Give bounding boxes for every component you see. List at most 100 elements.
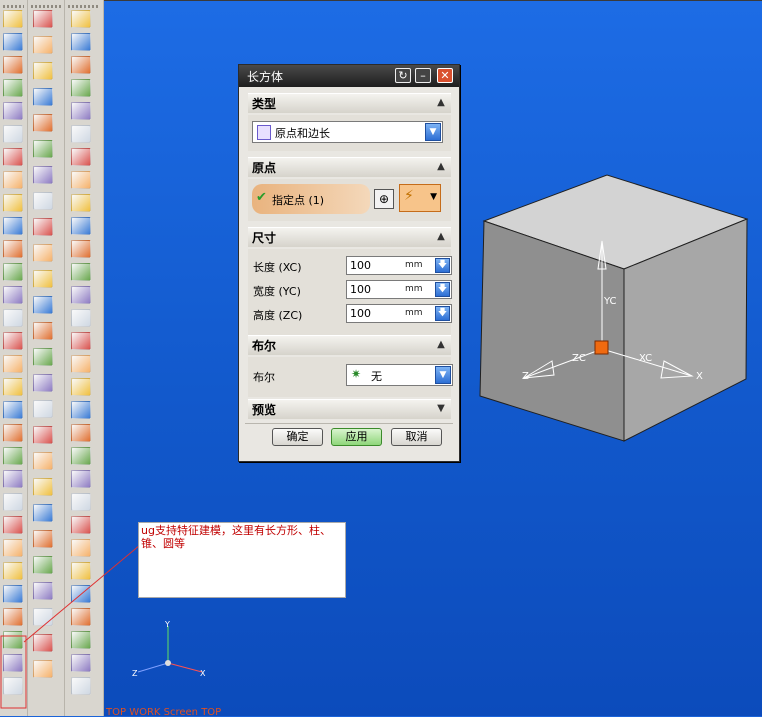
- arrow-down-icon[interactable]: 🡇: [435, 258, 450, 273]
- toolbar-tool-icon[interactable]: [71, 493, 91, 511]
- toolbar-tool-icon[interactable]: [33, 270, 53, 288]
- toolbar-tool-icon[interactable]: [3, 309, 23, 327]
- toolbar-tool-icon[interactable]: [71, 562, 91, 580]
- toolbar-tool-icon[interactable]: [71, 194, 91, 212]
- expand-down-icon[interactable]: ▼: [434, 402, 448, 416]
- toolbar-tool-icon[interactable]: [3, 125, 23, 143]
- toolbar-tool-icon[interactable]: [71, 309, 91, 327]
- toolbar-tool-icon[interactable]: [3, 286, 23, 304]
- toolbar-tool-icon[interactable]: [3, 148, 23, 166]
- toolbar-tool-icon[interactable]: [3, 332, 23, 350]
- toolbar-tool-icon[interactable]: [33, 166, 53, 184]
- toolbar-tool-icon[interactable]: [71, 79, 91, 97]
- cancel-button[interactable]: 取消: [391, 428, 442, 446]
- inferred-point-dropdown[interactable]: ⚡ ▼: [399, 184, 441, 212]
- toolbar-tool-icon[interactable]: [33, 62, 53, 80]
- toolbar-tool-icon[interactable]: [33, 608, 53, 626]
- dialog-titlebar[interactable]: 长方体 ↻ – ✕: [239, 65, 459, 87]
- collapse-up-icon[interactable]: ▲: [434, 230, 448, 244]
- toolbar-tool-icon[interactable]: [71, 608, 91, 626]
- toolbar-tool-icon[interactable]: [3, 470, 23, 488]
- toolbar-tool-icon[interactable]: [33, 218, 53, 236]
- toolbar-tool-icon[interactable]: [71, 677, 91, 695]
- toolbar-tool-icon[interactable]: [33, 348, 53, 366]
- toolbar-tool-icon[interactable]: [3, 217, 23, 235]
- toolbar-tool-icon[interactable]: [71, 539, 91, 557]
- toolbar-tool-icon[interactable]: [71, 148, 91, 166]
- toolbar-tool-icon[interactable]: [33, 426, 53, 444]
- toolbar-tool-icon[interactable]: [3, 171, 23, 189]
- toolbar-tool-icon[interactable]: [3, 378, 23, 396]
- toolbar-tool-icon[interactable]: [71, 171, 91, 189]
- toolbar-tool-icon[interactable]: [3, 56, 23, 74]
- origin-marker[interactable]: [594, 340, 609, 355]
- toolbar-tool-icon[interactable]: [71, 125, 91, 143]
- preview-section-header[interactable]: 预览 ▼: [248, 399, 451, 419]
- toolbar-tool-icon[interactable]: [71, 378, 91, 396]
- toolbar-tool-icon[interactable]: [3, 562, 23, 580]
- toolbar-tool-icon[interactable]: [71, 240, 91, 258]
- toolbar-tool-icon[interactable]: [33, 556, 53, 574]
- toolbar-tool-icon[interactable]: [3, 539, 23, 557]
- reset-icon[interactable]: ↻: [395, 68, 411, 83]
- toolbar-tool-icon[interactable]: [33, 114, 53, 132]
- height-field[interactable]: 100 mm 🡇: [346, 304, 452, 323]
- toolbar-tool-icon[interactable]: [71, 585, 91, 603]
- toolbar-tool-icon[interactable]: [3, 33, 23, 51]
- toolbar-tool-icon[interactable]: [33, 660, 53, 678]
- boolean-dropdown[interactable]: ✷ 无 ▼: [346, 364, 453, 386]
- toolbar-tool-icon[interactable]: [33, 634, 53, 652]
- toolbar-tool-icon[interactable]: [33, 10, 53, 28]
- width-field[interactable]: 100 mm 🡇: [346, 280, 452, 299]
- point-dialog-icon[interactable]: ⊕: [374, 189, 394, 209]
- toolbar-tool-icon[interactable]: [33, 296, 53, 314]
- chevron-down-icon[interactable]: ▼: [435, 366, 451, 384]
- toolbar-grip[interactable]: [68, 5, 100, 8]
- toolbar-tool-icon[interactable]: [3, 654, 23, 672]
- close-icon[interactable]: ✕: [437, 68, 453, 83]
- toolbar-tool-icon[interactable]: [3, 79, 23, 97]
- toolbar-tool-icon[interactable]: [71, 286, 91, 304]
- toolbar-tool-icon[interactable]: [33, 452, 53, 470]
- toolbar-tool-icon[interactable]: [3, 194, 23, 212]
- toolbar-tool-icon[interactable]: [3, 355, 23, 373]
- chevron-down-icon[interactable]: ▼: [425, 123, 441, 141]
- toolbar-tool-icon[interactable]: [3, 677, 23, 695]
- origin-section-header[interactable]: 原点 ▲: [248, 157, 451, 177]
- toolbar-tool-icon[interactable]: [33, 36, 53, 54]
- toolbar-tool-icon[interactable]: [33, 530, 53, 548]
- toolbar-tool-icon[interactable]: [33, 322, 53, 340]
- toolbar-tool-icon[interactable]: [71, 102, 91, 120]
- arrow-down-icon[interactable]: 🡇: [435, 282, 450, 297]
- toolbar-tool-icon[interactable]: [3, 585, 23, 603]
- toolbar-tool-icon[interactable]: [71, 332, 91, 350]
- toolbar-tool-icon[interactable]: [33, 192, 53, 210]
- toolbar-tool-icon[interactable]: [71, 10, 91, 28]
- toolbar-tool-icon[interactable]: [3, 631, 23, 649]
- toolbar-tool-icon[interactable]: [33, 478, 53, 496]
- toolbar-tool-icon[interactable]: [71, 401, 91, 419]
- toolbar-tool-icon[interactable]: [3, 102, 23, 120]
- toolbar-tool-icon[interactable]: [3, 493, 23, 511]
- toolbar-tool-icon[interactable]: [33, 582, 53, 600]
- toolbar-tool-icon[interactable]: [71, 516, 91, 534]
- toolbar-tool-icon[interactable]: [33, 400, 53, 418]
- apply-button[interactable]: 应用: [331, 428, 382, 446]
- toolbar-tool-icon[interactable]: [33, 374, 53, 392]
- toolbar-tool-icon[interactable]: [3, 240, 23, 258]
- toolbar-tool-icon[interactable]: [71, 355, 91, 373]
- collapse-up-icon[interactable]: ▲: [434, 96, 448, 110]
- toolbar-tool-icon[interactable]: [71, 631, 91, 649]
- toolbar-grip[interactable]: [31, 5, 61, 8]
- toolbar-tool-icon[interactable]: [3, 263, 23, 281]
- toolbar-tool-icon[interactable]: [33, 88, 53, 106]
- toolbar-tool-icon[interactable]: [71, 424, 91, 442]
- toolbar-grip[interactable]: [3, 5, 24, 8]
- specify-point-field[interactable]: ✔ 指定点 (1): [252, 184, 370, 214]
- dimensions-section-header[interactable]: 尺寸 ▲: [248, 227, 451, 247]
- toolbar-tool-icon[interactable]: [71, 56, 91, 74]
- type-dropdown[interactable]: 原点和边长 ▼: [252, 121, 443, 143]
- toolbar-tool-icon[interactable]: [71, 654, 91, 672]
- collapse-up-icon[interactable]: ▲: [434, 338, 448, 352]
- type-section-header[interactable]: 类型 ▲: [248, 93, 451, 113]
